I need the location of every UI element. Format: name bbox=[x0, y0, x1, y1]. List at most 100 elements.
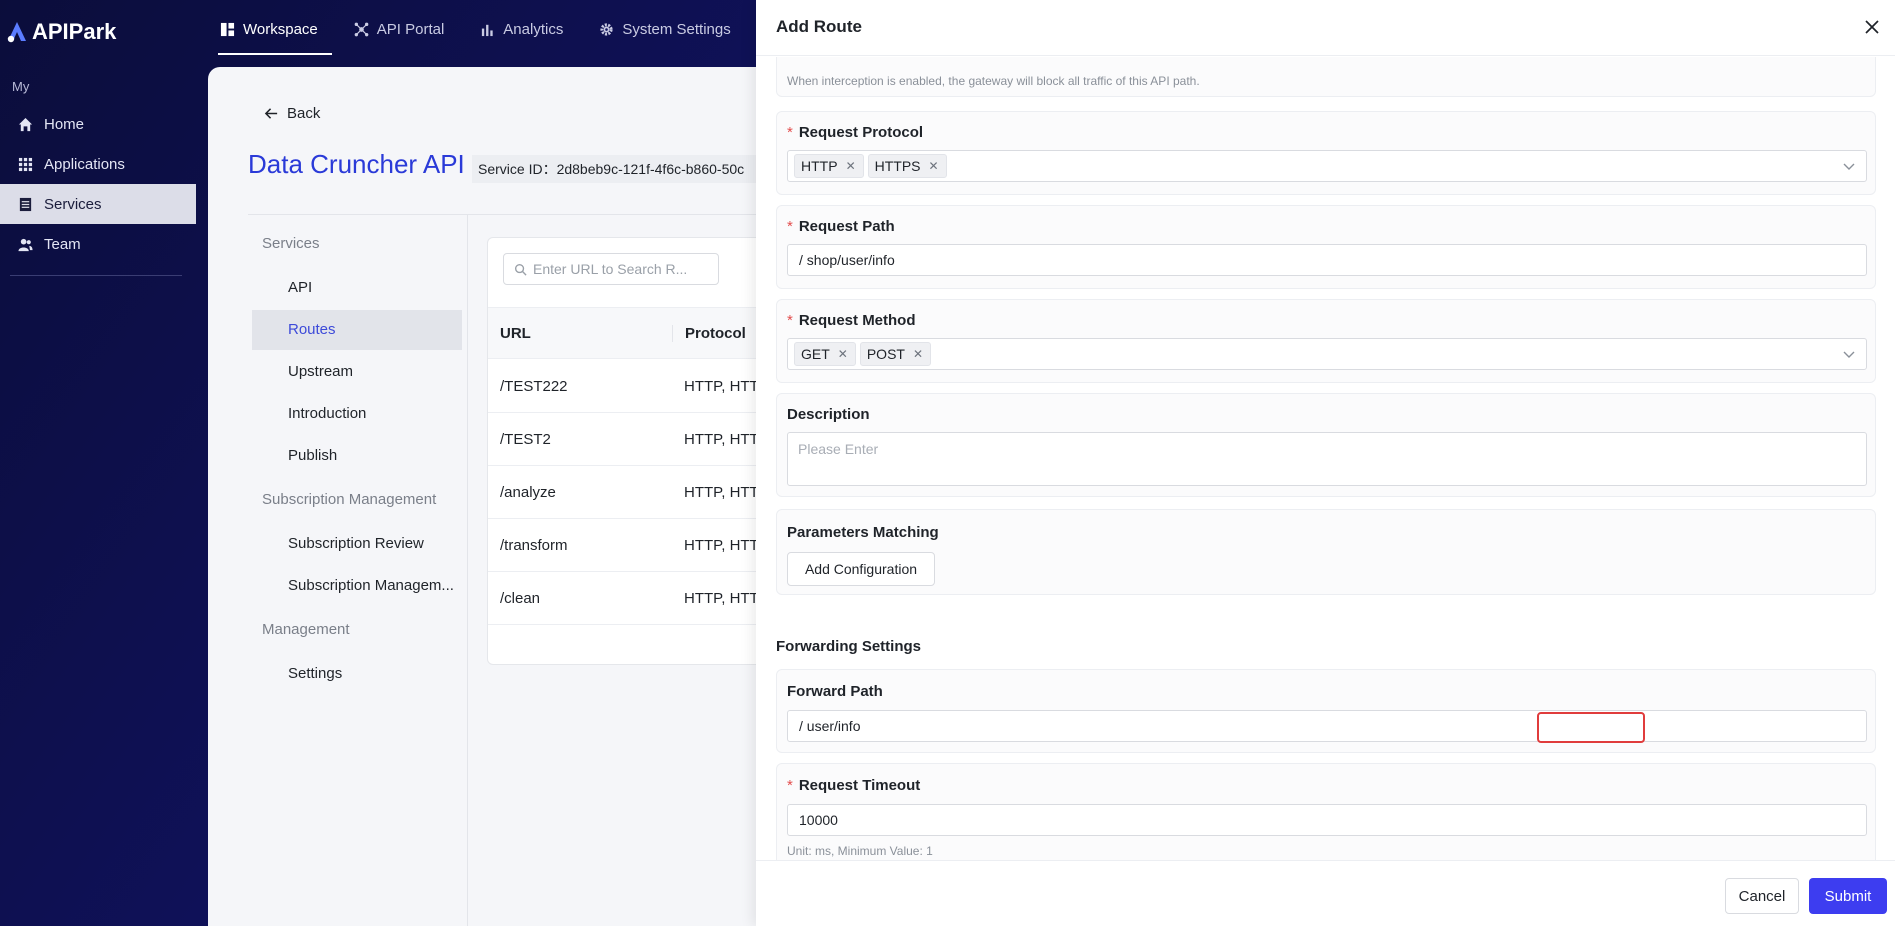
label-text: Request Method bbox=[798, 312, 916, 329]
team-icon bbox=[18, 238, 33, 251]
request-timeout-value: 10000 bbox=[799, 812, 838, 828]
forward-path-input[interactable]: / user/info bbox=[787, 710, 1867, 742]
topnav-system-settings[interactable]: System Settings bbox=[597, 0, 744, 58]
back-label: Back bbox=[287, 105, 321, 122]
topnav-label: API Portal bbox=[376, 20, 445, 38]
route-protocol: HTTP, HTT bbox=[684, 536, 759, 554]
service-subnav: Services API Routes Upstream Introductio… bbox=[248, 222, 467, 696]
method-tag: POST ✕ bbox=[859, 342, 932, 366]
method-tag: GET ✕ bbox=[794, 342, 856, 366]
close-icon[interactable] bbox=[1861, 16, 1883, 38]
arrow-left-icon bbox=[264, 108, 278, 119]
required-mark: * bbox=[787, 218, 793, 235]
subnav-item-introduction[interactable]: Introduction bbox=[252, 394, 462, 434]
topnav-label: Workspace bbox=[243, 20, 318, 38]
forwarding-settings-heading: Forwarding Settings bbox=[776, 638, 922, 655]
subnav-group-title: Management bbox=[262, 621, 350, 638]
tag-label: HTTPS bbox=[874, 158, 921, 174]
top-navigation: Workspace API Portal Analytics System Se… bbox=[218, 0, 765, 58]
chevron-down-icon bbox=[1843, 163, 1855, 170]
column-header-url: URL bbox=[500, 324, 531, 342]
route-protocol: HTTP, HTT bbox=[684, 589, 759, 607]
topnav-label: System Settings bbox=[622, 20, 731, 38]
topnav-label: Analytics bbox=[503, 20, 564, 38]
topnav-api-portal[interactable]: API Portal bbox=[352, 0, 459, 58]
description-card: Description Please Enter bbox=[776, 393, 1876, 497]
cancel-button[interactable]: Cancel bbox=[1725, 878, 1799, 914]
subnav-group-title: Services bbox=[262, 235, 320, 252]
route-protocol: HTTP, HTT bbox=[684, 377, 759, 395]
request-protocol-label: * Request Protocol bbox=[787, 124, 923, 141]
subnav-item-publish[interactable]: Publish bbox=[252, 436, 462, 476]
tag-remove-icon[interactable]: ✕ bbox=[913, 347, 923, 361]
brand-logo[interactable]: APIPark bbox=[4, 18, 116, 46]
portal-icon bbox=[354, 22, 369, 36]
route-search-input[interactable]: Enter URL to Search R... bbox=[503, 253, 719, 285]
topnav-analytics[interactable]: Analytics bbox=[478, 0, 577, 58]
sidebar-item-label: Applications bbox=[44, 155, 125, 173]
services-icon bbox=[19, 197, 32, 211]
route-url: /analyze bbox=[500, 483, 556, 501]
protocol-tag: HTTPS ✕ bbox=[867, 154, 947, 178]
back-link[interactable]: Back bbox=[264, 105, 320, 122]
protocol-tag: HTTP ✕ bbox=[794, 154, 864, 178]
sidebar-item-applications[interactable]: Applications bbox=[0, 144, 200, 184]
request-timeout-label: * Request Timeout bbox=[787, 777, 920, 794]
subnav-item-settings[interactable]: Settings bbox=[252, 654, 462, 694]
request-path-value: / shop/user/info bbox=[799, 252, 895, 268]
brand-name: APIPark bbox=[32, 19, 117, 44]
page-title: Data Cruncher API bbox=[248, 149, 465, 179]
request-method-card: * Request Method GET ✕ POST ✕ bbox=[776, 299, 1876, 383]
column-header-protocol: Protocol bbox=[672, 324, 746, 342]
subnav-item-subscription-management[interactable]: Subscription Managem... bbox=[252, 566, 462, 606]
request-method-label: * Request Method bbox=[787, 312, 916, 329]
request-timeout-input[interactable]: 10000 bbox=[787, 804, 1867, 836]
request-method-select[interactable]: GET ✕ POST ✕ bbox=[787, 338, 1867, 370]
required-mark: * bbox=[787, 124, 793, 141]
tag-remove-icon[interactable]: ✕ bbox=[929, 159, 939, 173]
tag-label: GET bbox=[801, 346, 830, 362]
sidebar: My Home Applications Services Team bbox=[0, 70, 200, 276]
topnav-workspace[interactable]: Workspace bbox=[218, 0, 332, 58]
subnav-item-upstream[interactable]: Upstream bbox=[252, 352, 462, 392]
drawer-body: When interception is enabled, the gatewa… bbox=[756, 57, 1895, 860]
sidebar-item-team[interactable]: Team bbox=[0, 224, 200, 264]
drawer-footer: Cancel Submit bbox=[756, 860, 1895, 926]
subnav-item-api[interactable]: API bbox=[252, 268, 462, 308]
request-path-input[interactable]: / shop/user/info bbox=[787, 244, 1867, 276]
sidebar-item-label: Home bbox=[44, 115, 85, 133]
grid-icon bbox=[18, 157, 33, 171]
route-url: /TEST222 bbox=[500, 377, 568, 395]
required-mark: * bbox=[787, 777, 793, 794]
subnav-item-routes[interactable]: Routes bbox=[252, 310, 462, 350]
submit-button[interactable]: Submit bbox=[1809, 878, 1887, 914]
sidebar-item-home[interactable]: Home bbox=[0, 104, 200, 144]
drawer-header: Add Route bbox=[756, 0, 1895, 56]
drawer-title: Add Route bbox=[776, 17, 862, 36]
subnav-divider bbox=[467, 215, 468, 926]
subnav-item-subscription-review[interactable]: Subscription Review bbox=[252, 524, 462, 564]
tag-remove-icon[interactable]: ✕ bbox=[838, 347, 848, 361]
request-protocol-select[interactable]: HTTP ✕ HTTPS ✕ bbox=[787, 150, 1867, 182]
label-text: Request Path bbox=[798, 218, 895, 235]
sidebar-item-services[interactable]: Services bbox=[0, 184, 196, 224]
forward-path-label: Forward Path bbox=[787, 683, 883, 700]
route-url: /TEST2 bbox=[500, 430, 551, 448]
parameters-matching-card: Parameters Matching Add Configuration bbox=[776, 509, 1876, 595]
gear-icon bbox=[600, 22, 613, 36]
search-icon bbox=[514, 263, 527, 276]
description-textarea[interactable]: Please Enter bbox=[787, 432, 1867, 486]
add-configuration-button[interactable]: Add Configuration bbox=[787, 552, 935, 586]
label-text: Request Protocol bbox=[798, 124, 924, 141]
route-protocol: HTTP, HTT bbox=[684, 430, 759, 448]
tag-remove-icon[interactable]: ✕ bbox=[846, 159, 856, 173]
tag-label: POST bbox=[866, 346, 905, 362]
request-timeout-hint: Unit: ms, Minimum Value: 1 bbox=[787, 844, 933, 858]
required-mark: * bbox=[787, 312, 793, 329]
apipark-logo-icon bbox=[7, 22, 26, 43]
description-label: Description bbox=[787, 406, 870, 423]
sidebar-item-label: Team bbox=[44, 235, 81, 253]
bar-chart-icon bbox=[482, 24, 493, 36]
subnav-group-title: Subscription Management bbox=[262, 491, 437, 508]
add-route-drawer: Add Route When interception is enabled, … bbox=[756, 0, 1895, 926]
